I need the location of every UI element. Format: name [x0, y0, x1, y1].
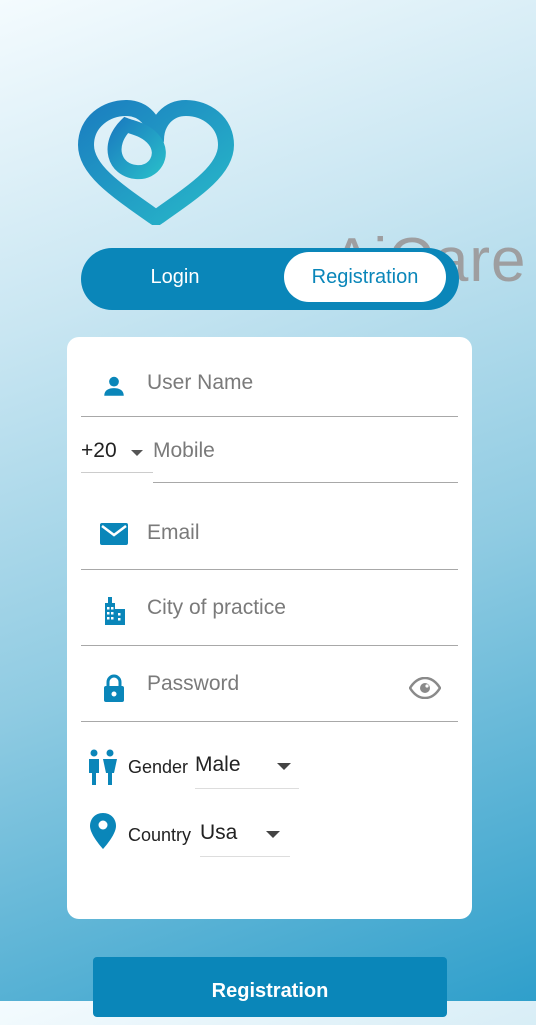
registration-form-card: User Name +20 Mobile Email City of pract… — [67, 337, 472, 919]
lock-icon — [101, 673, 127, 708]
app-logo: AiCare — [76, 100, 526, 295]
divider — [81, 415, 458, 417]
username-placeholder: User Name — [147, 371, 254, 394]
mail-icon — [99, 521, 129, 552]
username-field[interactable]: User Name — [81, 367, 458, 417]
email-field[interactable]: Email — [81, 517, 458, 570]
country-code-select[interactable]: +20 — [81, 437, 153, 473]
password-placeholder: Password — [147, 672, 240, 695]
chevron-down-icon — [266, 831, 280, 838]
email-placeholder: Email — [147, 521, 200, 544]
mobile-field[interactable]: Mobile — [153, 435, 458, 483]
heart-logo-icon — [78, 100, 234, 225]
mobile-placeholder: Mobile — [153, 439, 215, 462]
eye-icon[interactable] — [408, 676, 442, 704]
divider — [153, 481, 458, 483]
location-pin-icon — [90, 813, 116, 854]
divider — [81, 720, 458, 722]
divider — [81, 472, 153, 473]
country-label: Country — [128, 825, 192, 845]
registration-submit-button[interactable]: Registration — [93, 957, 447, 1017]
tab-login[interactable]: Login — [91, 252, 259, 302]
country-row: Country Usa — [87, 813, 317, 861]
building-icon — [101, 597, 127, 630]
country-code-value: +20 — [81, 439, 117, 462]
chevron-down-icon — [131, 450, 143, 456]
divider — [200, 856, 290, 857]
gender-row: Gender Male — [87, 745, 317, 793]
tab-registration[interactable]: Registration — [284, 252, 446, 302]
auth-tabs: Login Registration — [81, 248, 459, 310]
divider — [195, 788, 299, 789]
city-placeholder: City of practice — [147, 596, 286, 619]
divider — [81, 644, 458, 646]
gender-select[interactable]: Male — [195, 745, 299, 789]
gender-label: Gender — [128, 757, 189, 777]
country-value: Usa — [200, 821, 238, 844]
city-field[interactable]: City of practice — [81, 591, 458, 646]
country-select[interactable]: Usa — [200, 813, 290, 857]
gender-icon — [87, 749, 117, 790]
chevron-down-icon — [277, 763, 291, 770]
person-icon — [101, 373, 127, 404]
gender-value: Male — [195, 753, 241, 776]
password-field[interactable]: Password — [81, 667, 458, 722]
divider — [81, 568, 458, 570]
